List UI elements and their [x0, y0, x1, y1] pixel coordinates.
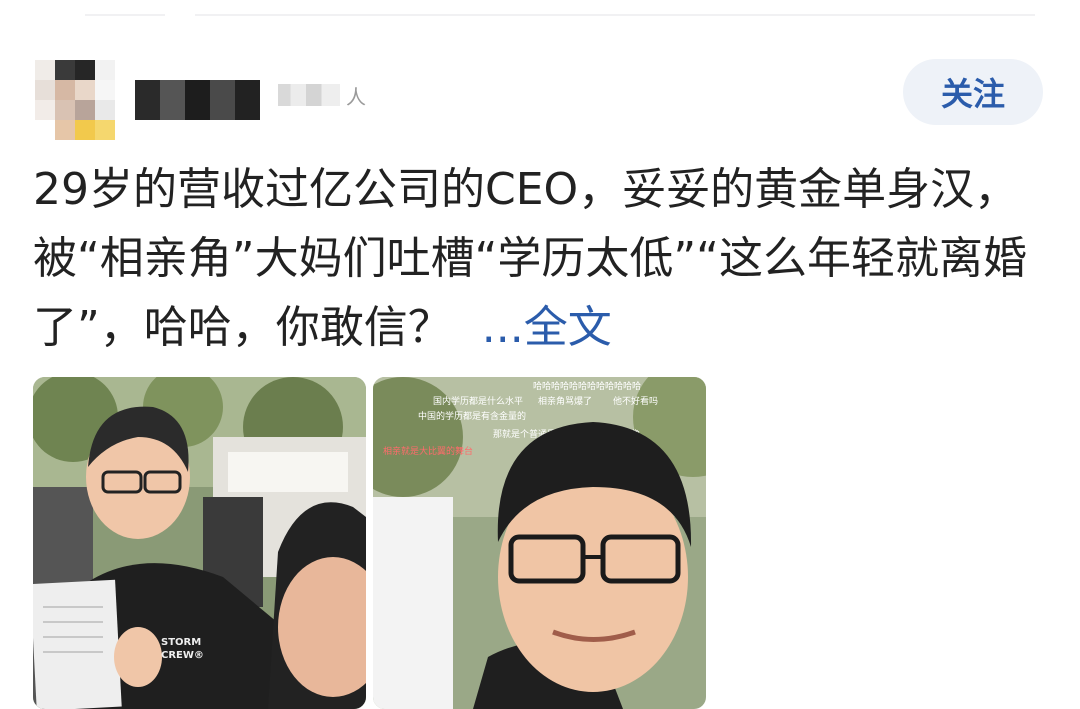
svg-text:哈哈哈哈哈哈哈哈哈哈哈哈: 哈哈哈哈哈哈哈哈哈哈哈哈: [533, 380, 641, 392]
post-image-1[interactable]: STORM CREW®: [33, 377, 366, 709]
svg-text:CREW®: CREW®: [161, 650, 204, 661]
svg-text:国内学历都是什么水平: 国内学历都是什么水平: [433, 395, 523, 407]
post-meta: 人: [278, 82, 366, 109]
svg-text:STORM: STORM: [161, 637, 201, 648]
svg-text:相亲角骂爆了: 相亲角骂爆了: [538, 395, 592, 407]
follow-button[interactable]: 关注: [903, 59, 1043, 125]
post-body: 29岁的营收过亿公司的CEO，妥妥的黄金单身汉，被“相亲角”大妈们吐槽“学历太低…: [33, 155, 1043, 362]
avatar[interactable]: [35, 60, 115, 140]
username[interactable]: [135, 80, 260, 120]
svg-text:相亲就是大比翼的舞台: 相亲就是大比翼的舞台: [383, 445, 473, 457]
svg-text:中国的学历都是有含金量的: 中国的学历都是有含金量的: [418, 410, 526, 422]
expand-link[interactable]: ...全文: [482, 302, 612, 353]
divider: [0, 14, 1080, 16]
meta-suffix: 人: [346, 84, 366, 109]
svg-text:他不好看吗: 他不好看吗: [613, 395, 658, 407]
post-image-2[interactable]: 哈哈哈哈哈哈哈哈哈哈哈哈 国内学历都是什么水平 相亲角骂爆了 他不好看吗 中国的…: [373, 377, 706, 709]
meta-blur: [278, 84, 340, 106]
